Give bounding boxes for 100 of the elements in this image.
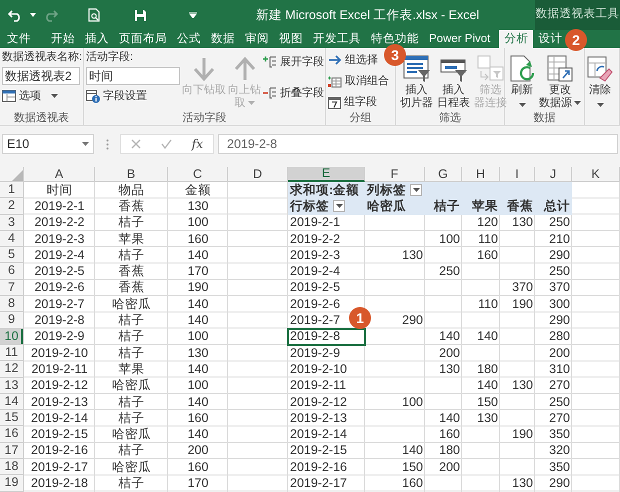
- row-header[interactable]: 8: [0, 296, 24, 312]
- ribbon-tab[interactable]: 页面布局: [114, 30, 172, 48]
- ribbon-tab[interactable]: 开始: [46, 30, 80, 48]
- table-cell: 250: [549, 394, 570, 410]
- save-icon[interactable]: [134, 8, 147, 22]
- column-header[interactable]: A: [24, 167, 95, 182]
- column-header[interactable]: F: [365, 167, 425, 182]
- row-header[interactable]: 7: [0, 280, 24, 296]
- ribbon-tab[interactable]: Power Pivot: [424, 30, 496, 48]
- ribbon-tab[interactable]: 数据: [206, 30, 240, 48]
- table-cell: 2019-2-2: [290, 232, 340, 247]
- ribbon-button[interactable]: 插入 日程表: [437, 53, 470, 110]
- ribbon-button[interactable]: 清除: [587, 53, 613, 108]
- table-cell: 求和项:金额: [288, 182, 365, 198]
- table-cell: 170: [188, 264, 208, 280]
- table-cell: 桔子: [118, 346, 144, 361]
- row-header[interactable]: 9: [0, 312, 24, 329]
- filter-button[interactable]: [410, 184, 422, 196]
- caret-icon[interactable]: [30, 13, 36, 17]
- table-cell: 2019-2-1: [290, 215, 340, 230]
- row-header[interactable]: 12: [0, 361, 24, 378]
- ribbon-tab[interactable]: 公式: [172, 30, 206, 48]
- drag-handle-icon[interactable]: [106, 138, 108, 150]
- column-header[interactable]: E: [288, 167, 365, 182]
- group-label: 数据: [534, 111, 556, 125]
- table-cell: 香蕉: [118, 198, 144, 214]
- formula-field[interactable]: 2019-2-8: [218, 134, 618, 154]
- input-field[interactable]: 数据透视表2: [2, 67, 80, 85]
- row-header[interactable]: 13: [0, 378, 24, 394]
- column-header[interactable]: C: [168, 167, 228, 182]
- row-header[interactable]: 5: [0, 247, 24, 264]
- ribbon-button[interactable]: 组字段: [328, 94, 377, 110]
- row-header[interactable]: 4: [0, 230, 24, 248]
- column-header[interactable]: J: [535, 167, 572, 182]
- table-cell: 130: [188, 198, 208, 214]
- ribbon-button[interactable]: 更改 数据源: [539, 53, 581, 110]
- ribbon-tab[interactable]: 文件: [2, 30, 36, 48]
- ribbon-button[interactable]: 展开字段: [263, 54, 324, 70]
- row-header[interactable]: 1: [0, 182, 24, 198]
- row-header[interactable]: 16: [0, 426, 24, 443]
- table-cell: 160: [188, 232, 208, 247]
- input-field[interactable]: 时间: [86, 67, 180, 85]
- ribbon-tab[interactable]: 开发工具: [308, 30, 366, 48]
- row-header[interactable]: 17: [0, 442, 24, 460]
- column-header[interactable]: I: [500, 167, 535, 182]
- table-cell: 190: [188, 280, 208, 296]
- customize-icon[interactable]: [189, 12, 197, 18]
- column-header[interactable]: G: [425, 167, 462, 182]
- column-header[interactable]: B: [95, 167, 168, 182]
- insert-function-button[interactable]: fx: [192, 135, 204, 153]
- ribbon-tab[interactable]: 分析: [499, 30, 534, 48]
- row-header[interactable]: 19: [0, 475, 24, 492]
- table-cell: 苹果: [462, 198, 500, 215]
- row-header[interactable]: 2: [0, 198, 24, 215]
- ribbon-tab[interactable]: 审阅: [240, 30, 274, 48]
- row-header[interactable]: 18: [0, 459, 24, 476]
- column-header[interactable]: D: [228, 167, 288, 182]
- table-cell: 130: [512, 215, 533, 230]
- row-header[interactable]: 15: [0, 410, 24, 426]
- table-cell: 2019-2-1: [34, 198, 85, 214]
- ribbon-tab[interactable]: 视图: [274, 30, 308, 48]
- table-cell: 180: [439, 443, 460, 458]
- ribbon-button[interactable]: 取消组合: [328, 73, 389, 89]
- table-cell: 哈密瓜: [112, 460, 151, 475]
- row-header[interactable]: 14: [0, 394, 24, 410]
- table-cell: 160: [188, 460, 208, 475]
- ribbon-button[interactable]: 组选择: [328, 52, 378, 68]
- table-cell: 2019-2-18: [31, 476, 88, 491]
- filter-link-icon: [476, 54, 504, 82]
- caret-icon: [574, 101, 581, 106]
- ribbon-button[interactable]: 字段设置: [86, 88, 147, 104]
- ribbon-button[interactable]: 刷新: [509, 53, 535, 108]
- column-header[interactable]: H: [462, 167, 500, 182]
- table-cell: 350: [549, 460, 570, 475]
- filter-button[interactable]: [333, 200, 345, 212]
- table-cell: 200: [439, 460, 460, 475]
- column-header[interactable]: K: [572, 167, 620, 182]
- table-cell: 200: [549, 346, 570, 361]
- ungroup-icon: [328, 74, 342, 88]
- table-cell: 140: [188, 427, 208, 442]
- undo-icon[interactable]: [8, 8, 22, 22]
- ribbon-button[interactable]: 折叠字段: [263, 85, 324, 101]
- row-header[interactable]: 3: [0, 214, 24, 231]
- row-header[interactable]: 11: [0, 344, 24, 362]
- table-cell: 370: [549, 280, 570, 296]
- ribbon-tab[interactable]: 设计: [533, 30, 568, 48]
- table-cell: 100: [402, 394, 423, 410]
- table-cell: 270: [549, 410, 570, 426]
- row-header[interactable]: 10: [0, 328, 24, 345]
- row-header[interactable]: 6: [0, 263, 24, 280]
- check-icon[interactable]: [160, 139, 172, 149]
- table-cell: 160: [477, 248, 498, 263]
- table-cell: 2019-2-11: [31, 362, 88, 377]
- print-preview-icon[interactable]: [88, 8, 100, 22]
- name-box[interactable]: E10: [2, 134, 94, 154]
- table-cell: 2019-2-14: [290, 427, 347, 442]
- calendar-icon: [328, 96, 341, 108]
- ribbon-button[interactable]: 选项: [2, 88, 58, 104]
- ribbon-tab[interactable]: 插入: [80, 30, 114, 48]
- caret-icon: [596, 103, 604, 108]
